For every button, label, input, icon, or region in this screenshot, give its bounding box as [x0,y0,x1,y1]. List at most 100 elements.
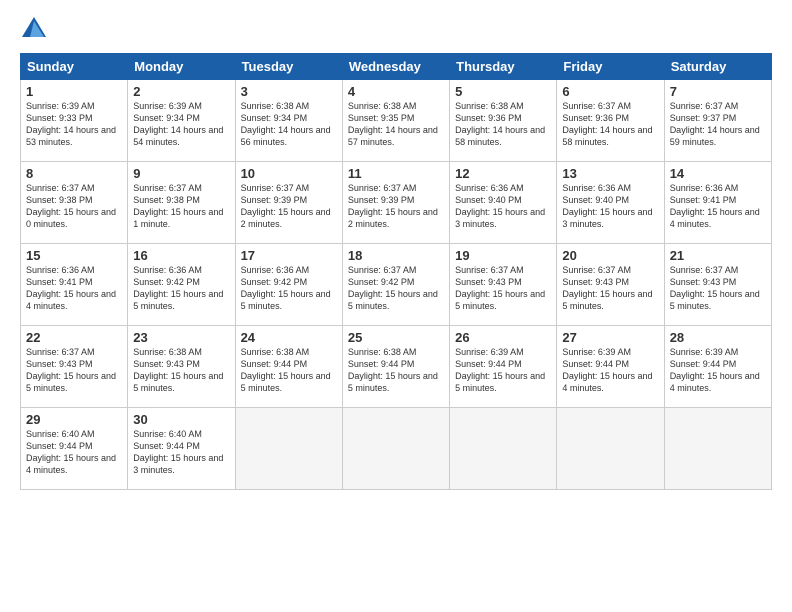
calendar-cell: 12 Sunrise: 6:36 AMSunset: 9:40 PMDaylig… [450,162,557,244]
calendar-cell: 7 Sunrise: 6:37 AMSunset: 9:37 PMDayligh… [664,80,771,162]
calendar-cell: 17 Sunrise: 6:36 AMSunset: 9:42 PMDaylig… [235,244,342,326]
day-number: 14 [670,166,766,181]
col-tuesday: Tuesday [235,54,342,80]
day-number: 9 [133,166,229,181]
calendar-week-row: 1 Sunrise: 6:39 AMSunset: 9:33 PMDayligh… [21,80,772,162]
calendar-cell: 2 Sunrise: 6:39 AMSunset: 9:34 PMDayligh… [128,80,235,162]
calendar-week-row: 29 Sunrise: 6:40 AMSunset: 9:44 PMDaylig… [21,408,772,490]
calendar-cell [235,408,342,490]
day-number: 20 [562,248,658,263]
cell-details: Sunrise: 6:37 AMSunset: 9:39 PMDaylight:… [348,183,438,229]
cell-details: Sunrise: 6:40 AMSunset: 9:44 PMDaylight:… [26,429,116,475]
day-number: 28 [670,330,766,345]
cell-details: Sunrise: 6:39 AMSunset: 9:44 PMDaylight:… [455,347,545,393]
calendar-cell: 5 Sunrise: 6:38 AMSunset: 9:36 PMDayligh… [450,80,557,162]
calendar-week-row: 15 Sunrise: 6:36 AMSunset: 9:41 PMDaylig… [21,244,772,326]
col-wednesday: Wednesday [342,54,449,80]
day-number: 15 [26,248,122,263]
calendar-cell [450,408,557,490]
col-sunday: Sunday [21,54,128,80]
calendar-cell: 24 Sunrise: 6:38 AMSunset: 9:44 PMDaylig… [235,326,342,408]
cell-details: Sunrise: 6:39 AMSunset: 9:33 PMDaylight:… [26,101,116,147]
day-number: 10 [241,166,337,181]
cell-details: Sunrise: 6:36 AMSunset: 9:42 PMDaylight:… [241,265,331,311]
calendar-cell: 26 Sunrise: 6:39 AMSunset: 9:44 PMDaylig… [450,326,557,408]
cell-details: Sunrise: 6:37 AMSunset: 9:42 PMDaylight:… [348,265,438,311]
calendar-cell: 4 Sunrise: 6:38 AMSunset: 9:35 PMDayligh… [342,80,449,162]
calendar-header-row: Sunday Monday Tuesday Wednesday Thursday… [21,54,772,80]
calendar-cell: 14 Sunrise: 6:36 AMSunset: 9:41 PMDaylig… [664,162,771,244]
cell-details: Sunrise: 6:37 AMSunset: 9:43 PMDaylight:… [670,265,760,311]
day-number: 1 [26,84,122,99]
cell-details: Sunrise: 6:39 AMSunset: 9:44 PMDaylight:… [562,347,652,393]
logo-icon [20,15,48,43]
calendar-cell: 11 Sunrise: 6:37 AMSunset: 9:39 PMDaylig… [342,162,449,244]
day-number: 11 [348,166,444,181]
calendar-cell: 28 Sunrise: 6:39 AMSunset: 9:44 PMDaylig… [664,326,771,408]
day-number: 25 [348,330,444,345]
calendar-cell: 8 Sunrise: 6:37 AMSunset: 9:38 PMDayligh… [21,162,128,244]
day-number: 7 [670,84,766,99]
calendar-cell: 30 Sunrise: 6:40 AMSunset: 9:44 PMDaylig… [128,408,235,490]
col-saturday: Saturday [664,54,771,80]
calendar-cell: 23 Sunrise: 6:38 AMSunset: 9:43 PMDaylig… [128,326,235,408]
cell-details: Sunrise: 6:38 AMSunset: 9:34 PMDaylight:… [241,101,331,147]
calendar-cell: 1 Sunrise: 6:39 AMSunset: 9:33 PMDayligh… [21,80,128,162]
day-number: 22 [26,330,122,345]
day-number: 26 [455,330,551,345]
col-monday: Monday [128,54,235,80]
cell-details: Sunrise: 6:39 AMSunset: 9:44 PMDaylight:… [670,347,760,393]
calendar-cell: 9 Sunrise: 6:37 AMSunset: 9:38 PMDayligh… [128,162,235,244]
day-number: 5 [455,84,551,99]
day-number: 18 [348,248,444,263]
page: Sunday Monday Tuesday Wednesday Thursday… [0,0,792,612]
cell-details: Sunrise: 6:36 AMSunset: 9:41 PMDaylight:… [670,183,760,229]
cell-details: Sunrise: 6:36 AMSunset: 9:40 PMDaylight:… [455,183,545,229]
cell-details: Sunrise: 6:40 AMSunset: 9:44 PMDaylight:… [133,429,223,475]
day-number: 8 [26,166,122,181]
calendar-cell: 19 Sunrise: 6:37 AMSunset: 9:43 PMDaylig… [450,244,557,326]
cell-details: Sunrise: 6:36 AMSunset: 9:42 PMDaylight:… [133,265,223,311]
calendar-cell: 22 Sunrise: 6:37 AMSunset: 9:43 PMDaylig… [21,326,128,408]
calendar-table: Sunday Monday Tuesday Wednesday Thursday… [20,53,772,490]
col-friday: Friday [557,54,664,80]
logo [20,15,52,43]
cell-details: Sunrise: 6:37 AMSunset: 9:43 PMDaylight:… [26,347,116,393]
day-number: 21 [670,248,766,263]
cell-details: Sunrise: 6:37 AMSunset: 9:37 PMDaylight:… [670,101,760,147]
day-number: 3 [241,84,337,99]
cell-details: Sunrise: 6:38 AMSunset: 9:44 PMDaylight:… [348,347,438,393]
calendar-cell: 25 Sunrise: 6:38 AMSunset: 9:44 PMDaylig… [342,326,449,408]
calendar-cell: 3 Sunrise: 6:38 AMSunset: 9:34 PMDayligh… [235,80,342,162]
header [20,15,772,43]
calendar-cell: 16 Sunrise: 6:36 AMSunset: 9:42 PMDaylig… [128,244,235,326]
calendar-cell [557,408,664,490]
calendar-cell: 18 Sunrise: 6:37 AMSunset: 9:42 PMDaylig… [342,244,449,326]
day-number: 6 [562,84,658,99]
day-number: 16 [133,248,229,263]
cell-details: Sunrise: 6:36 AMSunset: 9:41 PMDaylight:… [26,265,116,311]
cell-details: Sunrise: 6:38 AMSunset: 9:43 PMDaylight:… [133,347,223,393]
day-number: 23 [133,330,229,345]
calendar-cell: 13 Sunrise: 6:36 AMSunset: 9:40 PMDaylig… [557,162,664,244]
cell-details: Sunrise: 6:37 AMSunset: 9:36 PMDaylight:… [562,101,652,147]
calendar-cell [342,408,449,490]
cell-details: Sunrise: 6:36 AMSunset: 9:40 PMDaylight:… [562,183,652,229]
cell-details: Sunrise: 6:37 AMSunset: 9:39 PMDaylight:… [241,183,331,229]
calendar-cell: 15 Sunrise: 6:36 AMSunset: 9:41 PMDaylig… [21,244,128,326]
day-number: 30 [133,412,229,427]
cell-details: Sunrise: 6:37 AMSunset: 9:43 PMDaylight:… [562,265,652,311]
day-number: 4 [348,84,444,99]
calendar-cell: 10 Sunrise: 6:37 AMSunset: 9:39 PMDaylig… [235,162,342,244]
calendar-cell: 21 Sunrise: 6:37 AMSunset: 9:43 PMDaylig… [664,244,771,326]
day-number: 13 [562,166,658,181]
calendar-cell: 6 Sunrise: 6:37 AMSunset: 9:36 PMDayligh… [557,80,664,162]
cell-details: Sunrise: 6:38 AMSunset: 9:35 PMDaylight:… [348,101,438,147]
cell-details: Sunrise: 6:38 AMSunset: 9:44 PMDaylight:… [241,347,331,393]
calendar-cell: 27 Sunrise: 6:39 AMSunset: 9:44 PMDaylig… [557,326,664,408]
col-thursday: Thursday [450,54,557,80]
day-number: 19 [455,248,551,263]
cell-details: Sunrise: 6:39 AMSunset: 9:34 PMDaylight:… [133,101,223,147]
calendar-week-row: 8 Sunrise: 6:37 AMSunset: 9:38 PMDayligh… [21,162,772,244]
day-number: 17 [241,248,337,263]
